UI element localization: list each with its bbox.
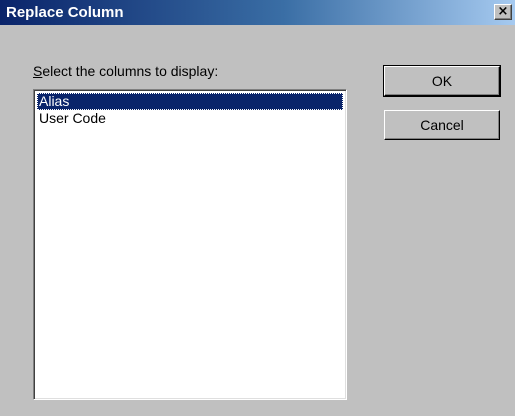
columns-label: Select the columns to display: [33, 63, 218, 80]
replace-column-dialog: Replace Column × Select the columns to d… [0, 0, 515, 416]
label-text: elect the columns to display: [42, 63, 219, 79]
list-item-alias[interactable]: Alias [37, 93, 343, 110]
list-item-user-code[interactable]: User Code [37, 110, 343, 127]
close-button[interactable]: × [494, 4, 512, 20]
title-bar[interactable]: Replace Column × [0, 0, 515, 25]
window-title: Replace Column [6, 4, 124, 21]
close-icon: × [497, 4, 509, 19]
columns-listbox[interactable]: Alias User Code [33, 89, 347, 400]
label-accelerator: S [33, 63, 43, 79]
cancel-button[interactable]: Cancel [384, 110, 500, 140]
ok-button[interactable]: OK [383, 65, 501, 97]
